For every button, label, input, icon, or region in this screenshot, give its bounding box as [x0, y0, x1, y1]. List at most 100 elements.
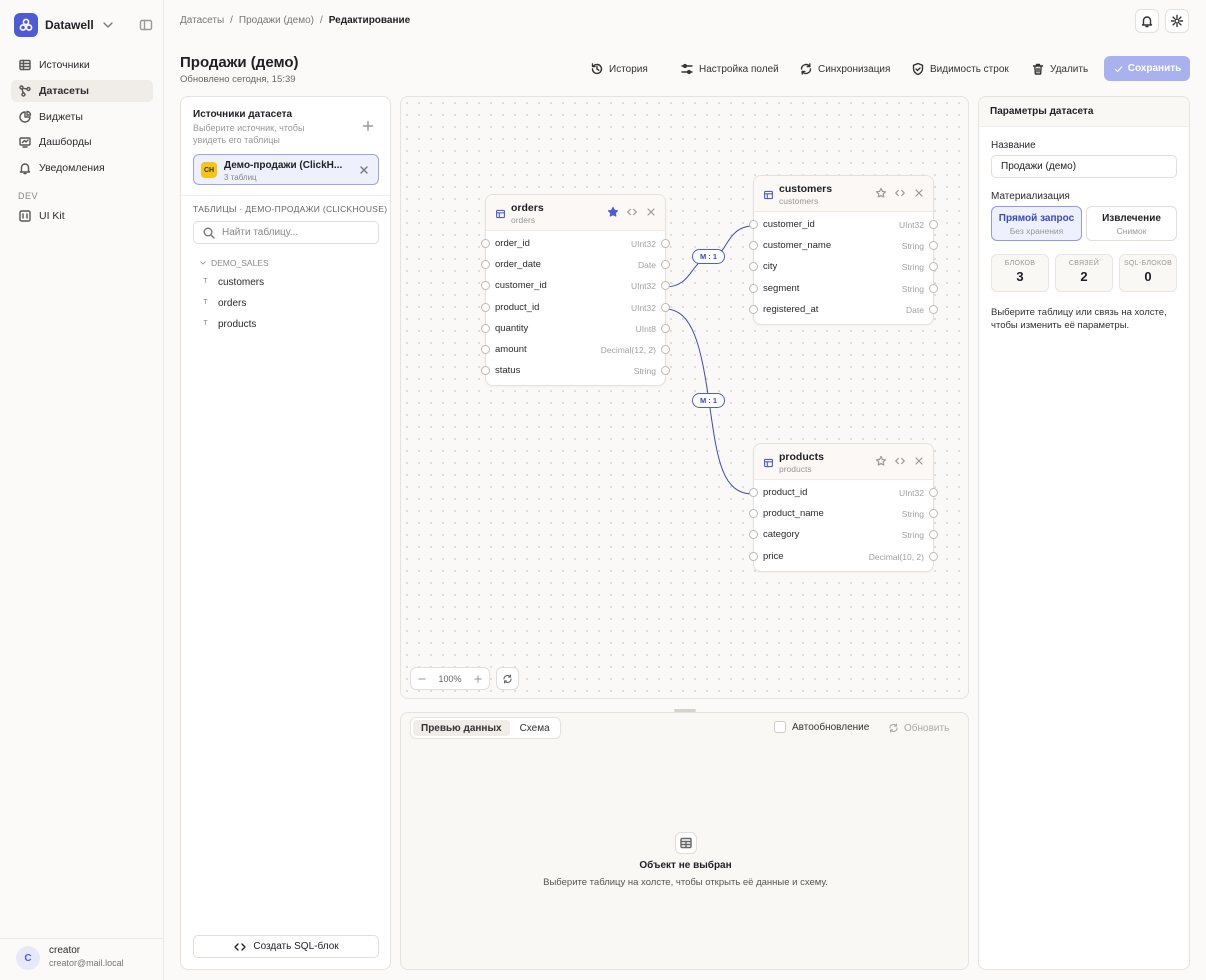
port-handle[interactable] — [481, 281, 490, 291]
sidebar-item-sources[interactable]: Источники — [11, 54, 153, 76]
row-visibility-button[interactable]: Видимость строк — [911, 62, 1009, 76]
table-node-products[interactable]: products products product_id UInt32 produ… — [749, 443, 938, 572]
table-node-header[interactable]: orders orders — [486, 195, 665, 231]
table-node-customers[interactable]: customers customers customer_id UInt32 cu… — [749, 175, 938, 325]
history-button[interactable]: История — [590, 62, 648, 76]
field-row[interactable]: registered_at Date — [749, 299, 938, 320]
star-icon[interactable] — [607, 206, 619, 218]
table-search[interactable] — [193, 221, 379, 244]
zoom-out-icon[interactable] — [417, 674, 427, 684]
tab-schema[interactable]: Схема — [512, 720, 558, 736]
port-handle[interactable] — [481, 323, 490, 333]
port-handle[interactable] — [481, 302, 490, 312]
tree-table-products[interactable]: T products — [201, 319, 256, 330]
field-row[interactable]: customer_id UInt32 — [481, 275, 670, 296]
port-handle[interactable] — [929, 283, 938, 293]
port-handle[interactable] — [661, 239, 670, 248]
port-handle[interactable] — [929, 304, 938, 314]
brand-switcher[interactable]: Datawell — [14, 13, 115, 37]
port-handle[interactable] — [929, 488, 938, 497]
dataset-name-input[interactable] — [991, 155, 1177, 178]
port-handle[interactable] — [929, 551, 938, 561]
port-handle[interactable] — [749, 530, 758, 540]
autorefresh-toggle[interactable]: Автообновление — [774, 721, 869, 733]
table-node-orders[interactable]: orders orders order_id UInt32 order_date D… — [481, 194, 670, 387]
field-row[interactable]: product_id UInt32 — [749, 482, 938, 503]
port-handle[interactable] — [661, 344, 670, 354]
source-card-demo-sales[interactable]: CH Демо-продажи (ClickH... 3 таблиц — [193, 154, 379, 185]
code-icon[interactable] — [894, 187, 906, 199]
refresh-button[interactable]: Обновить — [888, 721, 949, 735]
field-row[interactable]: city String — [749, 256, 938, 277]
notifications-button[interactable] — [1135, 9, 1159, 33]
create-sql-block-button[interactable]: Создать SQL-блок — [193, 935, 379, 958]
breadcrumb-datasets[interactable]: Датасеты — [180, 15, 224, 26]
materialization-extract[interactable]: Извлечение Снимок — [1086, 206, 1177, 241]
tree-table-customers[interactable]: T customers — [201, 277, 264, 288]
port-handle[interactable] — [481, 260, 490, 270]
fit-view-button[interactable] — [496, 667, 519, 690]
sidebar-toggle-icon[interactable] — [139, 18, 153, 32]
port-handle[interactable] — [749, 283, 758, 293]
close-icon[interactable] — [357, 163, 371, 177]
field-row[interactable]: product_id UInt32 — [481, 297, 670, 318]
table-node-header[interactable]: products products — [754, 444, 933, 480]
port-handle[interactable] — [749, 220, 758, 229]
star-icon[interactable] — [875, 455, 887, 467]
port-handle[interactable] — [749, 509, 758, 519]
field-row[interactable]: amount Decimal(12, 2) — [481, 339, 670, 360]
code-icon[interactable] — [894, 455, 906, 467]
sidebar-item-ui-kit[interactable]: UI Kit — [11, 205, 153, 227]
sidebar-item-notifications[interactable]: Уведомления — [11, 157, 153, 179]
delete-button[interactable]: Удалить — [1031, 62, 1088, 76]
field-row[interactable]: price Decimal(10, 2) — [749, 546, 938, 567]
tree-table-orders[interactable]: T orders — [201, 298, 246, 309]
field-row[interactable]: segment String — [749, 278, 938, 299]
add-source-icon[interactable] — [361, 119, 375, 133]
trash-icon — [1031, 62, 1045, 76]
zoom-in-icon[interactable] — [473, 674, 483, 684]
port-handle[interactable] — [481, 344, 490, 354]
dataset-canvas[interactable]: M : 1 M : 1 orders orders order_id UInt32… — [400, 96, 969, 699]
sync-button[interactable]: Синхронизация — [799, 62, 890, 76]
port-handle[interactable] — [481, 366, 490, 376]
port-handle[interactable] — [749, 241, 758, 251]
sidebar-item-datasets[interactable]: Датасеты — [11, 80, 153, 102]
star-icon[interactable] — [875, 187, 887, 199]
sidebar-item-dashboards[interactable]: Дашборды — [11, 131, 153, 153]
port-handle[interactable] — [749, 488, 758, 497]
port-handle[interactable] — [661, 302, 670, 312]
table-search-input[interactable] — [222, 227, 372, 238]
autorefresh-checkbox[interactable] — [774, 721, 786, 733]
port-handle[interactable] — [749, 304, 758, 314]
close-icon[interactable] — [913, 455, 925, 467]
settings-button[interactable] — [1165, 9, 1189, 33]
field-row[interactable]: product_name String — [749, 503, 938, 524]
user-profile[interactable]: C creator creator@mail.local — [0, 938, 164, 980]
breadcrumb-dataset[interactable]: Продажи (демо) — [239, 15, 314, 26]
field-row[interactable]: customer_name String — [749, 235, 938, 256]
close-icon[interactable] — [645, 206, 657, 218]
schema-toggle[interactable]: DEMO_SALES — [199, 256, 269, 270]
port-handle[interactable] — [661, 323, 670, 333]
port-handle[interactable] — [481, 239, 490, 248]
relation-label[interactable]: M : 1 — [692, 393, 725, 408]
sidebar-item-widgets[interactable]: Виджеты — [11, 106, 153, 128]
port-handle[interactable] — [749, 551, 758, 561]
port-handle[interactable] — [929, 220, 938, 229]
tab-data-preview[interactable]: Превью данных — [413, 720, 510, 736]
materialization-direct-query[interactable]: Прямой запрос Без хранения — [991, 206, 1082, 241]
code-icon[interactable] — [626, 206, 638, 218]
save-button[interactable]: Сохранить — [1104, 56, 1190, 81]
close-icon[interactable] — [913, 187, 925, 199]
port-handle[interactable] — [749, 262, 758, 272]
relation-label[interactable]: M : 1 — [692, 249, 725, 264]
field-row[interactable]: status String — [481, 360, 670, 381]
field-row[interactable]: order_date Date — [481, 254, 670, 275]
field-row[interactable]: quantity UInt8 — [481, 318, 670, 339]
field-settings-button[interactable]: Настройка полей — [680, 62, 779, 76]
field-row[interactable]: category String — [749, 524, 938, 545]
field-row[interactable]: order_id UInt32 — [481, 233, 670, 254]
field-row[interactable]: customer_id UInt32 — [749, 214, 938, 235]
table-node-header[interactable]: customers customers — [754, 176, 933, 212]
